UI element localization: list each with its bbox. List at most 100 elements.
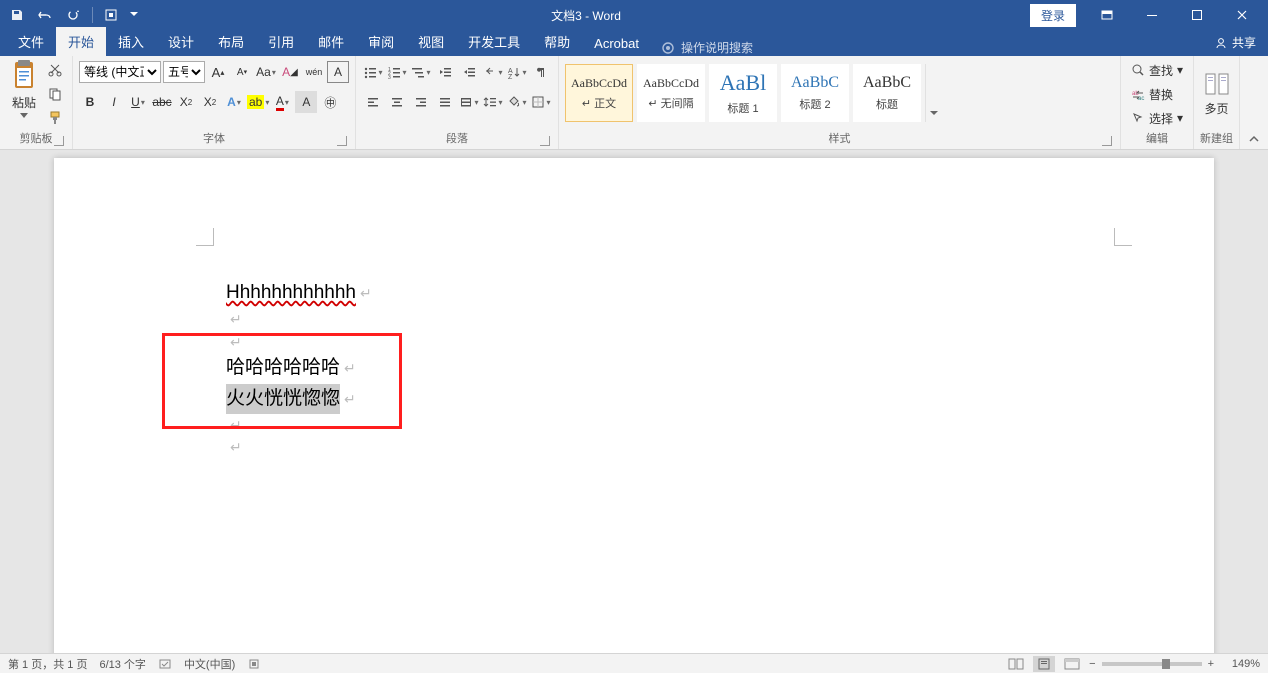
tab-mailings[interactable]: 邮件: [306, 27, 356, 56]
bold-icon[interactable]: B: [79, 91, 101, 113]
tab-acrobat[interactable]: Acrobat: [582, 31, 651, 56]
format-painter-icon[interactable]: [44, 108, 66, 128]
zoom-slider[interactable]: [1102, 662, 1202, 666]
view-print-icon[interactable]: [1033, 656, 1055, 672]
sort-icon[interactable]: AZ: [506, 61, 528, 83]
tab-references[interactable]: 引用: [256, 27, 306, 56]
group-paragraph: 123 AZ 段落: [356, 56, 559, 149]
tab-layout[interactable]: 布局: [206, 27, 256, 56]
tell-me-label: 操作说明搜索: [681, 39, 753, 56]
minimize-icon[interactable]: [1130, 1, 1174, 29]
document-area[interactable]: Hhhhhhhhhhhh↵↵↵哈哈哈哈哈哈↵火火恍恍惚惚↵↵↵: [0, 150, 1268, 653]
font-family-select[interactable]: 等线 (中文正文): [79, 61, 161, 83]
replace-button[interactable]: abac替换: [1127, 84, 1177, 104]
align-left-icon[interactable]: [362, 91, 384, 113]
cut-icon[interactable]: [44, 60, 66, 80]
align-justify-icon[interactable]: [434, 91, 456, 113]
increase-indent-icon[interactable]: [458, 61, 480, 83]
style-item-0[interactable]: AaBbCcDd↵ 正文: [565, 64, 633, 122]
status-language[interactable]: 中文(中国): [184, 656, 235, 672]
login-button[interactable]: 登录: [1030, 4, 1076, 27]
style-item-1[interactable]: AaBbCcDd↵ 无间隔: [637, 64, 705, 122]
strikethrough-icon[interactable]: abc: [151, 91, 173, 113]
tab-review[interactable]: 审阅: [356, 27, 406, 56]
multilevel-list-icon[interactable]: [410, 61, 432, 83]
select-button[interactable]: 选择 ▾: [1127, 108, 1187, 128]
tab-design[interactable]: 设计: [156, 27, 206, 56]
tab-help[interactable]: 帮助: [532, 27, 582, 56]
highlight-icon[interactable]: ab: [247, 91, 269, 113]
tab-home[interactable]: 开始: [56, 27, 106, 56]
tab-file[interactable]: 文件: [6, 27, 56, 56]
enclose-char-icon[interactable]: ㊥: [319, 91, 341, 113]
align-center-icon[interactable]: [386, 91, 408, 113]
font-color-icon[interactable]: A: [271, 91, 293, 113]
dialog-launcher-icon[interactable]: [1102, 136, 1112, 146]
status-proofing-icon[interactable]: [158, 657, 172, 671]
decrease-indent-icon[interactable]: [434, 61, 456, 83]
view-web-icon[interactable]: [1061, 656, 1083, 672]
shrink-font-icon[interactable]: A▾: [231, 61, 253, 83]
tab-insert[interactable]: 插入: [106, 27, 156, 56]
phonetic-guide-icon[interactable]: wén: [303, 61, 325, 83]
dialog-launcher-icon[interactable]: [337, 136, 347, 146]
group-label-editing: 编辑: [1127, 128, 1187, 149]
collapse-ribbon-icon[interactable]: [1240, 56, 1268, 149]
numbering-icon[interactable]: 123: [386, 61, 408, 83]
zoom-level[interactable]: 149%: [1220, 658, 1260, 670]
grow-font-icon[interactable]: A▴: [207, 61, 229, 83]
page[interactable]: Hhhhhhhhhhhh↵↵↵哈哈哈哈哈哈↵火火恍恍惚惚↵↵↵: [54, 158, 1214, 653]
borders-icon[interactable]: [530, 91, 552, 113]
group-newgroup: 多页 新建组: [1194, 56, 1240, 149]
subscript-icon[interactable]: X2: [175, 91, 197, 113]
svg-text:ac: ac: [1138, 96, 1144, 101]
styles-more-icon[interactable]: [925, 64, 941, 122]
copy-icon[interactable]: [44, 84, 66, 104]
char-shading-icon[interactable]: A: [295, 91, 317, 113]
change-case-icon[interactable]: Aa: [255, 61, 277, 83]
align-right-icon[interactable]: [410, 91, 432, 113]
asian-layout-icon[interactable]: [482, 61, 504, 83]
style-item-4[interactable]: AaBbC标题: [853, 64, 921, 122]
group-label-clipboard: 剪贴板: [6, 128, 66, 149]
document-content[interactable]: Hhhhhhhhhhhh↵↵↵哈哈哈哈哈哈↵火火恍恍惚惚↵↵↵: [226, 278, 372, 459]
status-wordcount[interactable]: 6/13 个字: [99, 656, 145, 672]
multipage-icon[interactable]: [1203, 70, 1231, 98]
redo-icon[interactable]: [60, 2, 86, 28]
style-item-2[interactable]: AaBl标题 1: [709, 64, 777, 122]
undo-icon[interactable]: [32, 2, 58, 28]
status-page[interactable]: 第 1 页，共 1 页: [8, 656, 87, 672]
align-distribute-icon[interactable]: [458, 91, 480, 113]
line-spacing-icon[interactable]: [482, 91, 504, 113]
zoom-in-icon[interactable]: +: [1208, 658, 1214, 670]
tab-developer[interactable]: 开发工具: [456, 27, 532, 56]
qat-customize-icon[interactable]: [126, 2, 142, 28]
zoom-out-icon[interactable]: −: [1089, 658, 1095, 670]
view-read-icon[interactable]: [1005, 656, 1027, 672]
style-item-3[interactable]: AaBbC标题 2: [781, 64, 849, 122]
paste-button[interactable]: 粘贴: [6, 58, 42, 118]
shading-icon[interactable]: [506, 91, 528, 113]
text-effects-icon[interactable]: A: [223, 91, 245, 113]
tell-me-search[interactable]: 操作说明搜索: [661, 39, 753, 56]
tab-view[interactable]: 视图: [406, 27, 456, 56]
touch-mode-icon[interactable]: [98, 2, 124, 28]
status-macro-icon[interactable]: [247, 657, 261, 671]
italic-icon[interactable]: I: [103, 91, 125, 113]
close-icon[interactable]: [1220, 1, 1264, 29]
clear-format-icon[interactable]: A◢: [279, 61, 301, 83]
dialog-launcher-icon[interactable]: [540, 136, 550, 146]
maximize-icon[interactable]: [1175, 1, 1219, 29]
share-button[interactable]: 共享: [1202, 29, 1268, 56]
font-size-select[interactable]: 五号: [163, 61, 205, 83]
dialog-launcher-icon[interactable]: [54, 136, 64, 146]
ribbon: 粘贴 剪贴板 等线 (中文正文) 五号 A▴ A▾ Aa A◢ wén A: [0, 56, 1268, 150]
superscript-icon[interactable]: X2: [199, 91, 221, 113]
show-marks-icon[interactable]: [530, 61, 552, 83]
bullets-icon[interactable]: [362, 61, 384, 83]
save-icon[interactable]: [4, 2, 30, 28]
underline-icon[interactable]: U: [127, 91, 149, 113]
char-border-icon[interactable]: A: [327, 61, 349, 83]
find-button[interactable]: 查找 ▾: [1127, 60, 1187, 80]
ribbon-display-icon[interactable]: [1085, 1, 1129, 29]
